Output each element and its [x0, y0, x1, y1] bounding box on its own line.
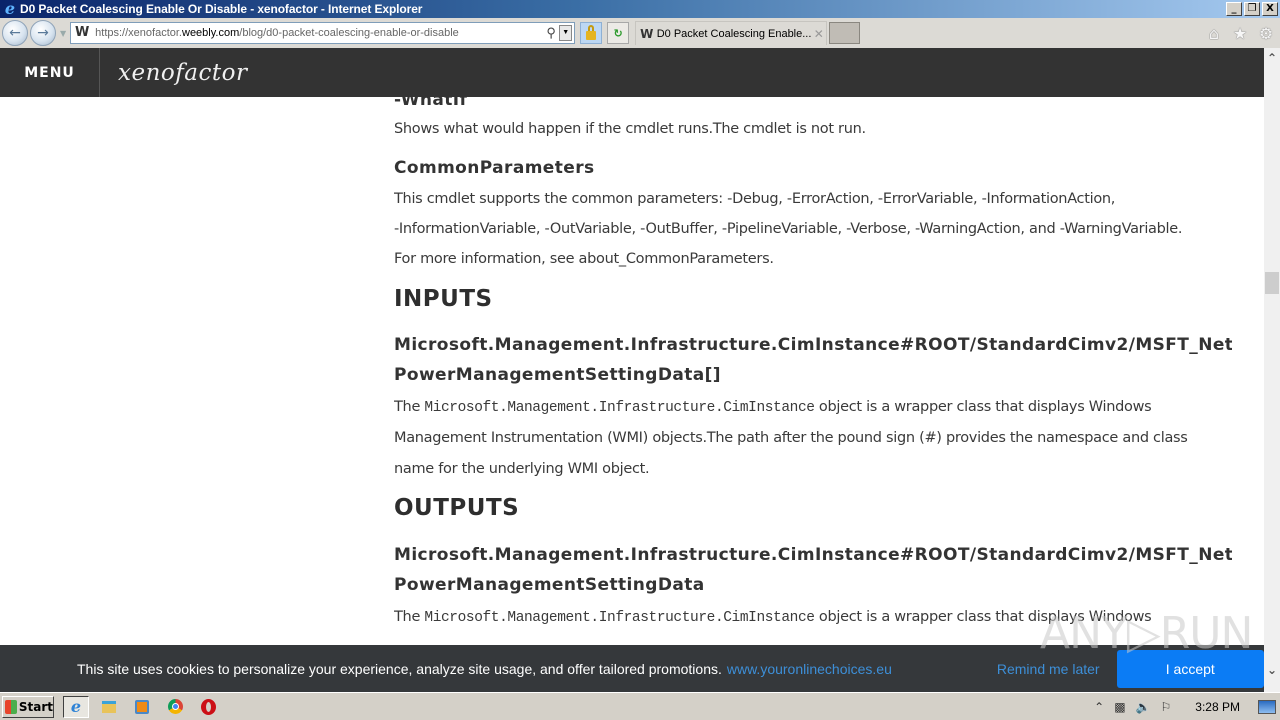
tab-title: D0 Packet Coalescing Enable... [656, 27, 812, 40]
window-title-bar: e D0 Packet Coalescing Enable Or Disable… [0, 0, 1280, 18]
security-lock-button[interactable] [580, 22, 603, 44]
site-header: MENU xenofactor [0, 48, 1264, 97]
tab-favicon-icon: W [640, 26, 654, 41]
cookie-message: This site uses cookies to personalize yo… [77, 660, 722, 677]
param-desc-whatif: Shows what would happen if the cmdlet ru… [394, 121, 866, 137]
internet-explorer-icon: e [70, 697, 82, 716]
address-bar[interactable]: W https://xenofactor.weebly.com/blog/d0-… [70, 22, 576, 44]
window-controls: _ ❐ X [1226, 2, 1278, 16]
close-window-button[interactable]: X [1262, 2, 1278, 16]
browser-command-icons: ⌂ ★ ⚙ [1204, 24, 1276, 43]
scroll-up-icon[interactable]: ⌃ [1264, 48, 1280, 68]
new-tab-button[interactable] [829, 22, 861, 44]
action-center-flag-icon[interactable]: ⚐ [1161, 700, 1172, 714]
scroll-thumb[interactable] [1265, 271, 1279, 294]
window-title: D0 Packet Coalescing Enable Or Disable -… [20, 2, 423, 16]
folder-icon [102, 700, 116, 713]
tab-close-icon[interactable]: ✕ [811, 27, 826, 41]
opera-icon [200, 698, 216, 715]
inputs-type-name-cont: PowerManagementSettingData[] [394, 365, 721, 385]
show-desktop-icon[interactable] [1258, 699, 1276, 714]
browser-tab[interactable]: W D0 Packet Coalescing Enable... ✕ [635, 21, 828, 45]
compat-refresh-button[interactable]: ↻ [607, 22, 630, 44]
param-heading-whatif: -WhatIf [394, 97, 468, 110]
refresh-icon: ↻ [613, 26, 623, 40]
forward-icon: → [37, 25, 49, 41]
address-dropdown-button[interactable]: ▼ [559, 25, 573, 41]
browser-toolbar: ← → ▼ W https://xenofactor.weebly.com/bl… [0, 18, 1280, 48]
weebly-favicon-icon: W [74, 25, 90, 40]
common-params-line: For more information, see about_CommonPa… [394, 251, 774, 267]
back-button[interactable]: ← [2, 20, 28, 46]
star-icon[interactable]: ★ [1230, 24, 1250, 43]
start-label: Start [18, 699, 53, 714]
system-tray: ⌃ ▩ 🔈 ⚐ 3:28 PM [1094, 696, 1280, 718]
history-dropdown-icon[interactable]: ▼ [60, 29, 66, 38]
youronlinechoices-link[interactable]: www.youronlinechoices.eu [727, 661, 892, 677]
page-scrollbar[interactable]: ⌃ ⌄ [1264, 48, 1280, 692]
cookie-banner: This site uses cookies to personalize yo… [0, 645, 1264, 692]
inline-code: Microsoft.Management.Infrastructure.CimI… [424, 610, 815, 626]
lock-icon [586, 25, 597, 40]
search-icon[interactable]: ⚲ [543, 25, 559, 41]
ie-logo-icon: e [4, 0, 16, 18]
inputs-desc-line: The Microsoft.Management.Infrastructure.… [394, 399, 1152, 416]
article-content: -WhatIf Shows what would happen if the c… [394, 97, 1232, 645]
section-heading-outputs: OUTPUTS [394, 495, 520, 521]
windows-logo-icon [5, 699, 17, 714]
clock[interactable]: 3:28 PM [1195, 700, 1240, 714]
site-title[interactable]: xenofactor [118, 60, 247, 86]
menu-button[interactable]: MENU [0, 48, 100, 97]
taskbar-chrome[interactable] [162, 696, 188, 718]
outputs-type-name-cont: PowerManagementSettingData [394, 575, 705, 595]
chrome-icon [167, 699, 183, 714]
inputs-desc-line: Management Instrumentation (WMI) objects… [394, 430, 1188, 446]
forward-button[interactable]: → [30, 20, 56, 46]
back-icon: ← [9, 25, 21, 41]
common-params-line: This cmdlet supports the common paramete… [394, 191, 1116, 207]
gear-icon[interactable]: ⚙ [1256, 24, 1276, 43]
section-heading-inputs: INPUTS [394, 286, 493, 312]
param-heading-common: CommonParameters [394, 158, 595, 178]
taskbar-internet-explorer[interactable]: e [63, 695, 89, 718]
url-text[interactable]: https://xenofactor.weebly.com/blog/d0-pa… [95, 27, 543, 39]
taskbar: Start e ⌃ ▩ 🔈 ⚐ 3:28 PM [0, 692, 1280, 720]
home-icon[interactable]: ⌂ [1204, 24, 1224, 43]
taskbar-file-explorer[interactable] [96, 696, 122, 718]
network-icon[interactable]: ▩ [1114, 700, 1125, 714]
outputs-desc-line: The Microsoft.Management.Infrastructure.… [394, 609, 1152, 626]
minimize-button[interactable]: _ [1226, 2, 1242, 16]
inline-code: Microsoft.Management.Infrastructure.CimI… [424, 400, 815, 416]
show-hidden-icons-icon[interactable]: ⌃ [1094, 700, 1104, 714]
accept-cookies-button[interactable]: I accept [1116, 649, 1264, 688]
media-player-icon [135, 699, 149, 714]
inputs-type-name: Microsoft.Management.Infrastructure.CimI… [394, 335, 1232, 355]
taskbar-opera[interactable] [195, 696, 221, 718]
common-params-line: -InformationVariable, -OutVariable, -Out… [394, 221, 1183, 237]
remind-me-later-button[interactable]: Remind me later [997, 661, 1100, 677]
outputs-type-name: Microsoft.Management.Infrastructure.CimI… [394, 545, 1232, 565]
taskbar-media-player[interactable] [129, 696, 155, 718]
start-button[interactable]: Start [2, 695, 54, 718]
volume-icon[interactable]: 🔈 [1136, 700, 1151, 714]
restore-button[interactable]: ❐ [1244, 2, 1260, 16]
scroll-down-icon[interactable]: ⌄ [1264, 660, 1280, 680]
inputs-desc-line: name for the underlying WMI object. [394, 461, 650, 477]
